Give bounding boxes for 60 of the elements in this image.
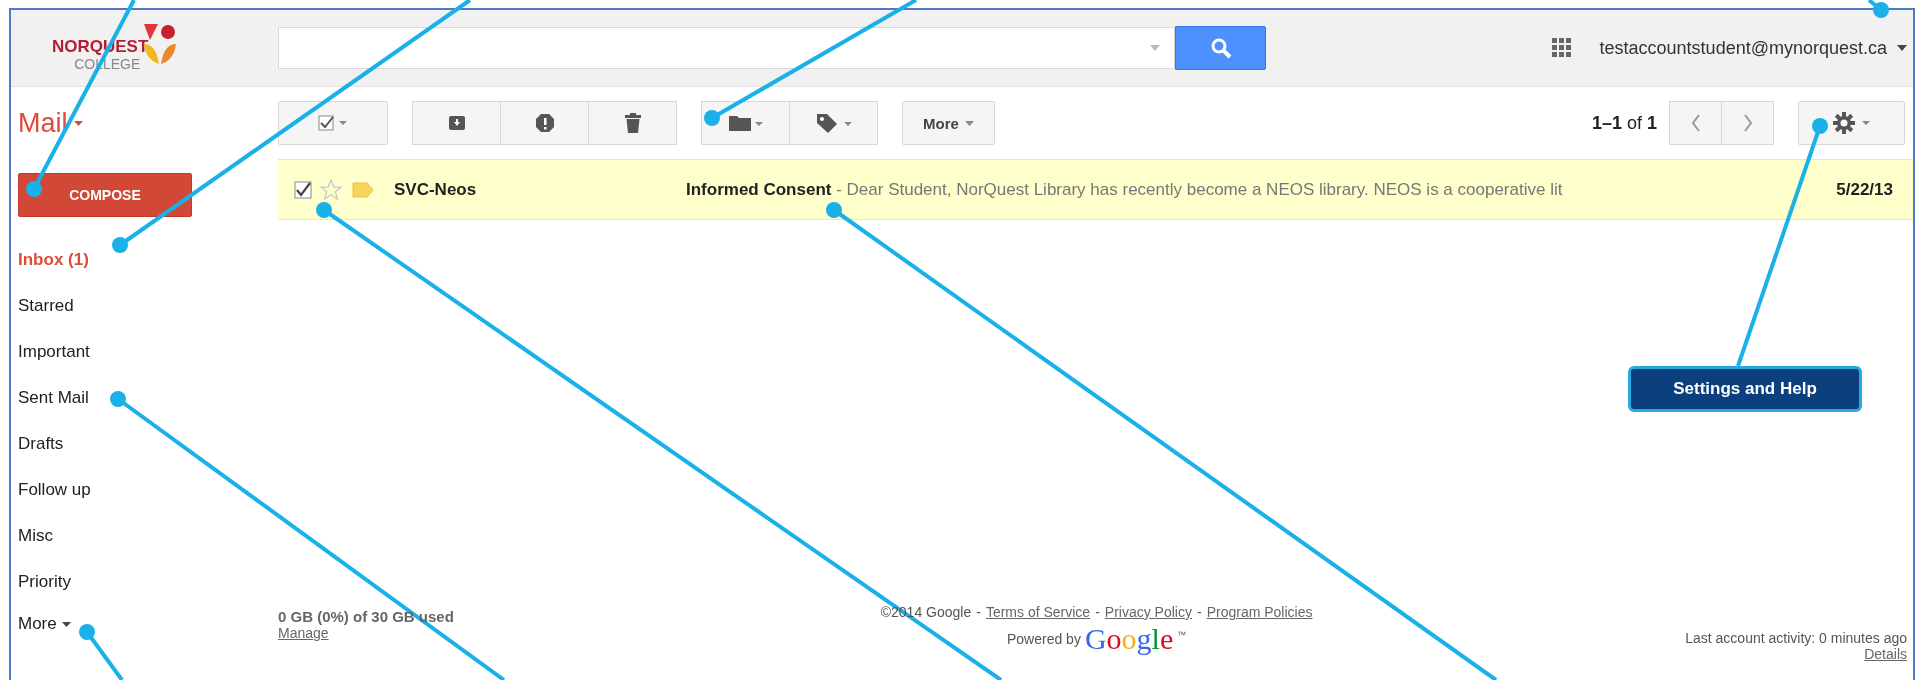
mail-menu[interactable]: Mail bbox=[18, 107, 68, 139]
labels-button[interactable] bbox=[789, 101, 878, 145]
folder-link[interactable]: Follow up bbox=[18, 467, 91, 513]
details-link[interactable]: Details bbox=[1864, 646, 1907, 662]
caret-icon bbox=[61, 621, 71, 627]
archive-icon bbox=[447, 115, 466, 131]
leader-line bbox=[1867, 0, 1889, 18]
message-date: 5/22/13 bbox=[1836, 179, 1893, 200]
folder-link[interactable]: Misc bbox=[18, 513, 53, 559]
search-field[interactable] bbox=[278, 27, 1175, 69]
google-logo: Google bbox=[1084, 622, 1174, 656]
importance-marker-icon[interactable] bbox=[352, 181, 374, 198]
last-activity-text: Last account activity: 0 minutes ago bbox=[1685, 630, 1907, 646]
message-row[interactable]: SVC-Neos Informed Consent - Dear Student, NorQuest Library has recently become a NEOS library. NEOS is a cooperative lit 5/22/13 bbox=[278, 160, 1913, 220]
callout-label: Settings and Help bbox=[1628, 366, 1862, 412]
settings-icon bbox=[1831, 111, 1872, 135]
chevron-left-icon bbox=[1690, 114, 1701, 132]
trash-icon bbox=[624, 113, 641, 133]
settings-button[interactable] bbox=[1798, 101, 1905, 145]
tag-caret-icon bbox=[815, 113, 852, 133]
checkbox[interactable] bbox=[294, 180, 312, 199]
folder-link[interactable]: Priority bbox=[18, 559, 71, 605]
caret-icon bbox=[1897, 45, 1907, 51]
caret-icon bbox=[964, 120, 974, 126]
chevron-right-icon bbox=[1742, 114, 1753, 132]
more-folders-link[interactable]: More bbox=[18, 605, 57, 643]
folder-link[interactable]: Drafts bbox=[18, 421, 64, 467]
more-button[interactable]: More bbox=[902, 101, 995, 145]
folder-link[interactable]: Inbox (1) bbox=[18, 237, 89, 283]
sender-name: SVC-Neos bbox=[394, 179, 478, 200]
footer-text: - bbox=[1095, 604, 1100, 620]
message-subject-snippet: Informed Consent - Dear Student, NorQuest Library has recently become a NEOS library. NEOS is a cooperative lit bbox=[686, 179, 1564, 200]
exclamation-icon bbox=[534, 113, 555, 133]
report-spam-button[interactable] bbox=[500, 101, 589, 145]
page-range: 1–1 of 1 bbox=[1591, 112, 1657, 134]
account-menu[interactable]: testaccountstudent@mynorquest.ca bbox=[1599, 37, 1887, 59]
powered-by-text: Powered by bbox=[1006, 631, 1081, 647]
move-to-button[interactable] bbox=[701, 101, 790, 145]
manage-link[interactable]: Manage bbox=[278, 625, 678, 641]
archive-button[interactable] bbox=[412, 101, 501, 145]
folder-link[interactable]: Important bbox=[18, 329, 90, 375]
compose-button[interactable]: COMPOSE bbox=[18, 173, 192, 217]
search-button[interactable] bbox=[1175, 26, 1266, 70]
footer-text: - bbox=[976, 604, 981, 620]
storage-usage: 0 GB (0%) of 30 GB used bbox=[278, 608, 455, 625]
folder-caret-icon bbox=[728, 114, 763, 132]
star-icon[interactable] bbox=[320, 178, 342, 201]
folder-link[interactable]: Starred bbox=[18, 283, 74, 329]
footer-link[interactable]: Privacy Policy bbox=[1104, 604, 1192, 620]
checkbox-caret-icon bbox=[318, 115, 348, 131]
caret-icon bbox=[73, 120, 83, 126]
folder-link[interactable]: Sent Mail bbox=[18, 375, 89, 421]
footer-link[interactable]: Program Policies bbox=[1206, 604, 1313, 620]
search-icon bbox=[1209, 37, 1232, 59]
footer-link[interactable]: Terms of Service bbox=[985, 604, 1091, 620]
caret-icon bbox=[1150, 45, 1160, 51]
trademark-text: ™ bbox=[1177, 630, 1187, 640]
delete-button[interactable] bbox=[588, 101, 677, 145]
footer-text: - bbox=[1196, 604, 1202, 620]
apps-grid-icon[interactable] bbox=[1551, 38, 1572, 58]
